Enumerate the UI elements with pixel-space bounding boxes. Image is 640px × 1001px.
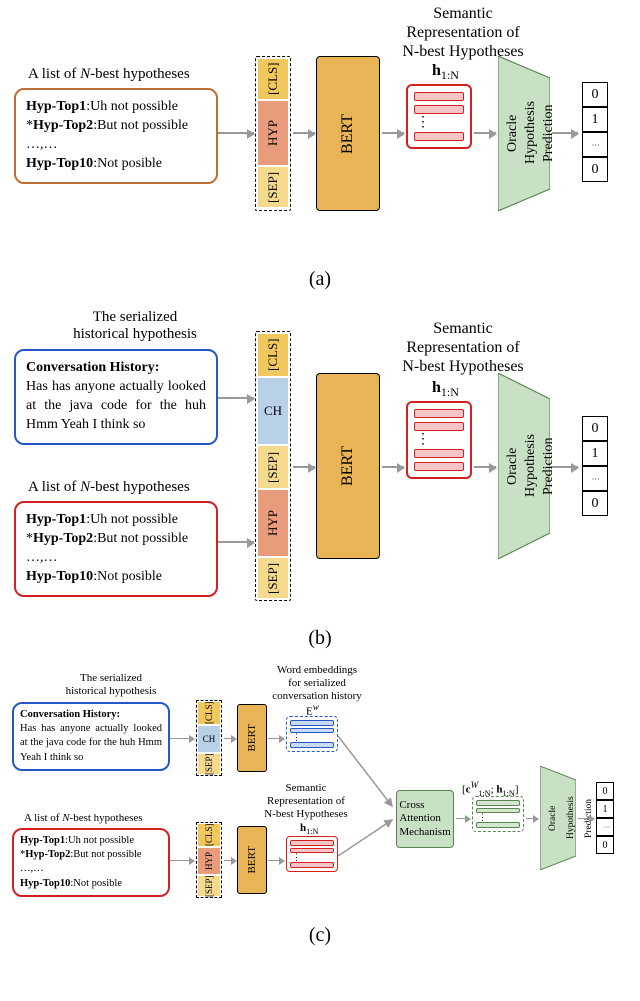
- sep-token-c-top: [SEP]: [198, 754, 220, 774]
- nbest-box-b: Hyp-Top1:Uh not possible *Hyp-Top2:But n…: [14, 501, 218, 597]
- semrep-header-b: Semantic Representation of N-best Hypoth…: [378, 319, 548, 377]
- hist-box-b: Conversation History: Has has anyone act…: [14, 349, 218, 445]
- caption-a: (a): [0, 262, 640, 301]
- arrow-icon: [382, 132, 404, 134]
- oracle-label-a: Oracle Hypothesis Prediction: [504, 78, 544, 188]
- sep2-token-b: [SEP]: [258, 558, 288, 598]
- hist-title-b: The serialized historical hypothesis: [60, 309, 210, 343]
- hyp-token-b: HYP: [258, 490, 288, 556]
- h1n-bars-b: ⋮: [406, 401, 472, 479]
- output-vector-a: 0 1 ⋮ 0: [582, 82, 608, 182]
- semrep-header-a: Semantic Representation of N-best Hypoth…: [378, 4, 548, 62]
- diag-arrows-c: [338, 720, 398, 870]
- arrow-icon: [268, 860, 284, 861]
- arrow-icon: [456, 818, 470, 819]
- wordemb-header-c: Word embeddings for serialized conversat…: [258, 664, 376, 704]
- nbest-title-b: A list of N-best hypotheses: [28, 479, 190, 496]
- nbest-title-a: A list of N-best hypotheses: [28, 66, 190, 83]
- ch-token-c: CH: [198, 726, 220, 752]
- caption-c: (c): [0, 918, 640, 957]
- arrow-icon: [218, 541, 254, 543]
- sep-token-c-bot: [SEP]: [198, 876, 220, 896]
- arrow-icon: [293, 466, 315, 468]
- arrow-icon: [218, 132, 254, 134]
- panel-b: Semantic Representation of N-best Hypoth…: [0, 301, 640, 621]
- cls-token-a: [CLS]: [258, 59, 288, 99]
- hyp-token-c: HYP: [198, 848, 220, 874]
- arrow-icon: [224, 738, 236, 739]
- caption-b: (b): [0, 621, 640, 660]
- arrow-icon: [382, 466, 404, 468]
- h1n-bars-c: ⋮: [286, 836, 338, 872]
- arrow-icon: [474, 466, 496, 468]
- h1n-label-b: h1:N: [432, 379, 459, 400]
- arrow-icon: [578, 818, 594, 819]
- cls-token-c-bot: [CLS]: [198, 824, 220, 846]
- oracle-label-c: Oracle Hypothesis Prediction: [544, 780, 572, 856]
- sep-token-a: [SEP]: [258, 167, 288, 207]
- bert-block-c-top: BERT: [237, 704, 267, 772]
- hist-box-c: Conversation History: Has has anyone act…: [12, 702, 170, 771]
- h1n-label-c: h1:N: [300, 822, 319, 836]
- bert-block-a: BERT: [316, 56, 380, 211]
- arrow-icon: [552, 466, 578, 468]
- hyp-token-a: HYP: [258, 101, 288, 165]
- fused-bars-c: ⋮: [472, 796, 524, 832]
- panel-a: Semantic Representation of N-best Hypoth…: [0, 0, 640, 262]
- Ew-bars-c: ⋮: [286, 716, 338, 752]
- cross-attn-block: Cross Attention Mechanism: [396, 790, 454, 848]
- arrow-icon: [170, 738, 194, 739]
- oracle-label-b: Oracle Hypothesis Prediction: [504, 401, 544, 531]
- bert-block-c-bot: BERT: [237, 826, 267, 894]
- h1n-bars-a: ⋮: [406, 84, 472, 149]
- nbest-box-c: Hyp-Top1:Uh not possible *Hyp-Top2:But n…: [12, 828, 170, 897]
- h1n-label-a: h1:N: [432, 62, 459, 83]
- output-vector-b: 0 1 ⋮ 0: [582, 416, 608, 516]
- bert-block-b: BERT: [316, 373, 380, 559]
- output-vector-c: 0 1 ⋮ 0: [596, 782, 614, 854]
- arrow-icon: [218, 397, 254, 399]
- arrow-icon: [224, 860, 236, 861]
- nbest-box-a: Hyp-Top1:Uh not possible *Hyp-Top2:But n…: [14, 88, 218, 184]
- arrow-icon: [474, 132, 496, 134]
- arrow-icon: [268, 738, 284, 739]
- cls-token-c-top: [CLS]: [198, 702, 220, 724]
- sep1-token-b: [SEP]: [258, 446, 288, 488]
- ch-token-b: CH: [258, 378, 288, 444]
- nbest-title-c: A list of N-best hypotheses: [24, 812, 143, 824]
- cls-token-b: [CLS]: [258, 334, 288, 376]
- arrow-icon: [170, 860, 194, 861]
- panel-c: The serialized historical hypothesis Con…: [0, 660, 640, 918]
- arrow-icon: [552, 132, 578, 134]
- arrow-icon: [293, 132, 315, 134]
- arrow-icon: [526, 818, 538, 819]
- hist-title-c: The serialized historical hypothesis: [56, 672, 166, 698]
